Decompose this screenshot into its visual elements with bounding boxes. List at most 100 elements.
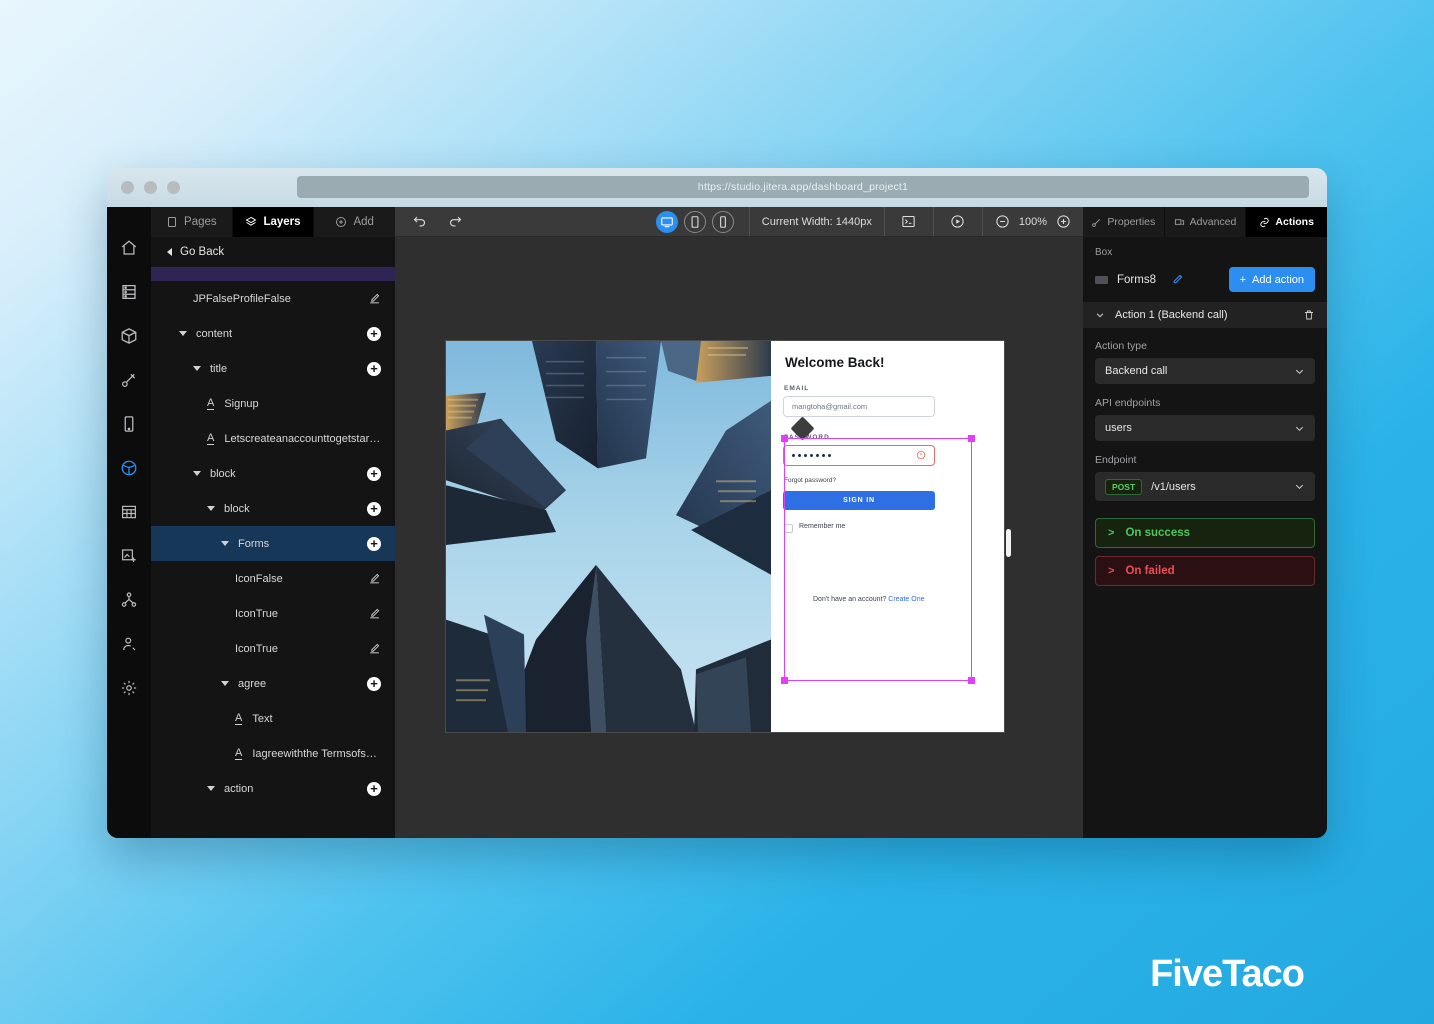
- layer-row[interactable]: A Signup: [151, 386, 395, 421]
- tab-layers[interactable]: Layers: [232, 207, 315, 237]
- cube-icon[interactable]: [118, 325, 140, 347]
- user-search-icon[interactable]: [118, 633, 140, 655]
- layer-row[interactable]: block +: [151, 491, 395, 526]
- trash-icon[interactable]: [1303, 309, 1315, 321]
- redo-icon[interactable]: [443, 211, 467, 233]
- caret-down-icon[interactable]: [221, 541, 229, 546]
- layer-row[interactable]: agree +: [151, 666, 395, 701]
- layer-row-highlighted[interactable]: [151, 267, 395, 281]
- tab-add[interactable]: Add: [314, 207, 396, 237]
- zoom-in-button[interactable]: [1056, 214, 1071, 229]
- layer-row[interactable]: A Text: [151, 701, 395, 736]
- home-icon[interactable]: [118, 237, 140, 259]
- caret-down-icon[interactable]: [179, 331, 187, 336]
- device-desktop-button[interactable]: [655, 210, 678, 233]
- api-endpoints-select[interactable]: users: [1095, 415, 1315, 441]
- right-panel-tabs: Properties Advanced Actions: [1083, 207, 1327, 237]
- edit-layer-icon[interactable]: [368, 572, 381, 585]
- network-icon[interactable]: [118, 589, 140, 611]
- caret-down-icon[interactable]: [207, 506, 215, 511]
- address-bar[interactable]: https://studio.jitera.app/dashboard_proj…: [297, 176, 1309, 198]
- tab-pages[interactable]: Pages: [151, 207, 233, 237]
- layer-row[interactable]: IconTrue: [151, 596, 395, 631]
- undo-icon[interactable]: [407, 211, 431, 233]
- pencil-icon[interactable]: [1171, 273, 1184, 286]
- maximize-button[interactable]: [167, 181, 180, 194]
- add-child-button[interactable]: +: [367, 466, 381, 481]
- artboard[interactable]: Welcome Back! EMAIL mangtoha@gmail.com P…: [445, 340, 1011, 733]
- table-icon[interactable]: [118, 501, 140, 523]
- layer-row[interactable]: block +: [151, 456, 395, 491]
- caret-down-icon[interactable]: [193, 366, 201, 371]
- forgot-password-link[interactable]: Forgot password?: [784, 477, 836, 484]
- chevron-down-icon[interactable]: [1095, 310, 1105, 320]
- layer-row[interactable]: JPFalseProfileFalse: [151, 281, 395, 316]
- chevron-down-icon: [1294, 366, 1305, 377]
- layer-row[interactable]: A Iagreewiththe Termsofservic...: [151, 736, 395, 771]
- layers-panel-tabs: Pages Layers Add: [151, 207, 396, 237]
- add-child-button[interactable]: +: [367, 781, 381, 796]
- edit-layer-icon[interactable]: [368, 292, 381, 305]
- on-failed-section[interactable]: > On failed: [1095, 556, 1315, 586]
- remember-me-checkbox[interactable]: [784, 524, 793, 533]
- caret-down-icon[interactable]: [207, 786, 215, 791]
- layer-row[interactable]: action +: [151, 771, 395, 806]
- create-one-link[interactable]: Create One: [888, 596, 924, 603]
- action-type-select[interactable]: Backend call: [1095, 358, 1315, 384]
- layer-row[interactable]: title +: [151, 351, 395, 386]
- layers-tree[interactable]: JPFalseProfileFalse content + title + A Signup…: [151, 267, 395, 838]
- history-controls: [395, 207, 479, 236]
- add-child-button[interactable]: +: [367, 326, 381, 341]
- layer-row[interactable]: IconTrue: [151, 631, 395, 666]
- globe-icon[interactable]: [118, 457, 140, 479]
- api-endpoints-label: API endpoints: [1095, 397, 1161, 409]
- add-child-button[interactable]: +: [367, 536, 381, 551]
- add-child-button[interactable]: +: [367, 361, 381, 376]
- mobile-icon[interactable]: [118, 413, 140, 435]
- layer-row-label: IconTrue: [235, 642, 279, 655]
- terminal-icon[interactable]: [897, 211, 921, 233]
- zoom-out-button[interactable]: [995, 214, 1010, 229]
- skyscrapers-looking-up-photo: [446, 341, 771, 732]
- email-field[interactable]: mangtoha@gmail.com: [783, 396, 935, 417]
- layer-row[interactable]: content +: [151, 316, 395, 351]
- minimize-button[interactable]: [144, 181, 157, 194]
- play-circle-icon[interactable]: [946, 211, 970, 233]
- chevron-right-icon: >: [1108, 565, 1115, 577]
- remember-me-label: Remember me: [799, 523, 846, 530]
- add-child-button[interactable]: +: [367, 676, 381, 691]
- layer-row[interactable]: IconFalse: [151, 561, 395, 596]
- sign-in-button[interactable]: SIGN IN: [783, 491, 935, 510]
- close-button[interactable]: [121, 181, 134, 194]
- caret-down-icon[interactable]: [221, 681, 229, 686]
- layer-row-label: Iagreewiththe Termsofservic...: [252, 747, 381, 760]
- error-circle-icon: [916, 450, 926, 462]
- layer-row[interactable]: A Letscreateanaccounttogetstarted: [151, 421, 395, 456]
- layer-row-label: title: [210, 362, 228, 375]
- caret-down-icon[interactable]: [193, 471, 201, 476]
- tab-actions[interactable]: Actions: [1246, 207, 1327, 237]
- on-success-section[interactable]: > On success: [1095, 518, 1315, 548]
- add-action-button[interactable]: + Add action: [1228, 267, 1315, 292]
- layer-row[interactable]: Forms +: [151, 526, 395, 561]
- gear-icon[interactable]: [118, 677, 140, 699]
- edit-layer-icon[interactable]: [368, 607, 381, 620]
- device-tablet-button[interactable]: [683, 210, 706, 233]
- edit-layer-icon[interactable]: [368, 642, 381, 655]
- database-icon[interactable]: [118, 281, 140, 303]
- add-child-button[interactable]: +: [367, 501, 381, 516]
- device-phone-button[interactable]: [711, 210, 734, 233]
- endpoint-select[interactable]: POST /v1/users: [1095, 472, 1315, 501]
- action-1-header[interactable]: Action 1 (Backend call): [1083, 302, 1327, 328]
- tab-properties[interactable]: Properties: [1083, 207, 1165, 237]
- image-add-icon[interactable]: [118, 545, 140, 567]
- canvas-resize-handle-right[interactable]: [1006, 529, 1011, 557]
- password-field[interactable]: [783, 445, 935, 466]
- layers-panel: Pages Layers Add Go Back JPFalseProfileF…: [151, 207, 396, 838]
- go-back-button[interactable]: Go Back: [151, 237, 395, 267]
- brush-icon[interactable]: [118, 369, 140, 391]
- tab-advanced[interactable]: Advanced: [1164, 207, 1247, 237]
- advanced-icon: [1174, 218, 1184, 225]
- canvas-area: Current Width: 1440px 100% Welcome Back!…: [395, 207, 1083, 838]
- design-canvas[interactable]: Welcome Back! EMAIL mangtoha@gmail.com P…: [395, 237, 1083, 838]
